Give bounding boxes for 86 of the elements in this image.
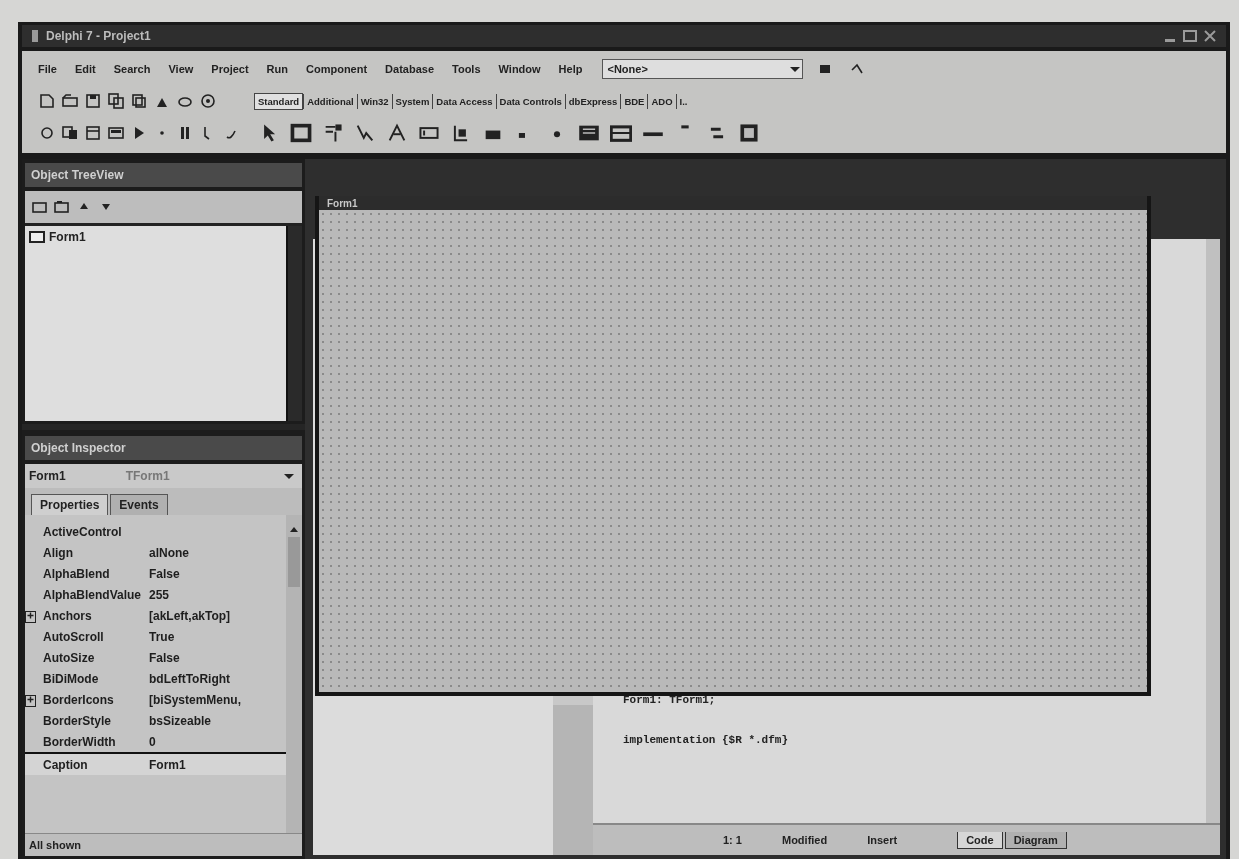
panel-title: Object Inspector [31,441,126,455]
scrollbar-thumb[interactable] [288,537,300,587]
editor-tab[interactable]: Diagram [1004,831,1067,849]
expand-icon[interactable] [25,694,36,707]
form-title: Form1 [327,197,358,209]
property-value[interactable]: [biSystemMenu, [149,692,286,707]
menu-item[interactable]: Tools [452,63,481,75]
open-icon[interactable] [61,92,79,110]
property-value[interactable]: bsSizeable [149,713,286,728]
palette-tab[interactable]: Data Access [432,93,496,109]
property-name[interactable]: AutoSize [39,650,149,665]
property-name[interactable]: BiDiMode [39,671,149,686]
palette-tab[interactable]: Additional [303,93,357,109]
menu-item[interactable]: Project [211,63,249,75]
property-value[interactable]: True [149,629,286,644]
property-value[interactable]: Form1 [149,757,286,772]
palette-tab[interactable]: Standard [254,92,304,110]
status-text: All shown [25,833,302,856]
view-unit-icon[interactable] [38,124,56,142]
palette-tab[interactable]: BDE [620,93,648,109]
palette-tab[interactable]: dbExpress [564,93,621,109]
property-value[interactable]: 0 [149,734,286,749]
expand-icon[interactable] [25,610,36,623]
panel-title: Object TreeView [31,168,124,182]
app-icon [30,29,40,43]
scrollbar[interactable] [286,515,302,833]
property-value[interactable]: False [149,566,286,581]
menu-item[interactable]: Help [558,63,583,75]
status-text: Modified [781,834,828,846]
property-name[interactable]: AutoScroll [39,629,149,644]
menu-item[interactable]: View [168,63,194,75]
menu-item[interactable]: File [38,63,57,75]
save-icon[interactable] [84,92,102,110]
menu-item[interactable]: Window [498,63,541,75]
close-icon[interactable] [1202,28,1218,44]
menu-item[interactable]: Edit [74,63,96,75]
palette-tab[interactable]: Win32 [356,93,392,109]
toggle-icon[interactable] [84,124,102,142]
view-form-icon[interactable] [61,124,79,142]
menu-item[interactable]: Component [306,63,368,75]
property-name[interactable]: AlphaBlend [39,566,149,581]
folder-icon[interactable] [53,198,71,216]
form-icon [29,231,45,243]
property-name[interactable]: Caption [39,757,149,772]
object-selector[interactable]: Form1 TForm1 [25,464,302,488]
menu-item[interactable]: Search [113,63,151,75]
palette-tab[interactable]: ADO [647,93,676,109]
status-text: Insert [867,834,898,846]
code-line: Form1: TForm1; [623,694,717,706]
property-value[interactable]: bdLeftToRight [149,671,286,686]
property-name[interactable]: BorderStyle [39,713,149,728]
combo-box-icon[interactable] [610,122,632,144]
property-value[interactable]: alNone [149,545,286,560]
editor-tab[interactable]: Code [957,831,1003,849]
property-value[interactable]: False [149,650,286,665]
palette-tab[interactable]: Data Controls [495,93,565,109]
property-name[interactable]: BorderIcons [39,692,149,707]
panel-icon[interactable] [738,122,760,144]
property-value[interactable]: [akLeft,akTop] [149,608,286,623]
inspector-tab[interactable]: Properties [31,494,109,515]
inspector-tab[interactable]: Events [110,494,168,515]
copy-icon[interactable] [107,92,125,110]
property-name[interactable]: Anchors [39,608,149,623]
maximize-icon[interactable] [1182,28,1198,44]
menu-item[interactable]: Run [266,63,288,75]
new-items-icon[interactable] [38,92,56,110]
desktop-combo[interactable]: <None> [602,59,804,79]
palette-tab[interactable]: I.. [675,93,691,109]
property-name[interactable]: BorderWidth [39,734,149,749]
property-name[interactable]: ActiveControl [39,524,149,539]
palette-tab[interactable]: System [391,93,433,109]
new-form-icon[interactable] [107,124,125,142]
property-name[interactable]: AlphaBlendValue [39,587,149,602]
scrollbar[interactable] [286,226,302,421]
property-name[interactable]: Align [39,545,149,560]
property-value[interactable]: 255 [149,587,286,602]
scrollbar[interactable] [1206,239,1220,823]
label-icon[interactable] [386,122,408,144]
status-text: 1: 1 [723,834,742,846]
tree-item[interactable]: Form1 [29,230,282,244]
window-title: Delphi 7 - Project1 [46,29,152,43]
scroll-up-icon[interactable] [288,525,300,533]
frame-icon[interactable] [290,122,312,144]
copy-icon[interactable] [130,92,148,110]
menu-item[interactable]: Database [385,63,435,75]
code-line: implementation {$R *.dfm} [623,734,790,746]
